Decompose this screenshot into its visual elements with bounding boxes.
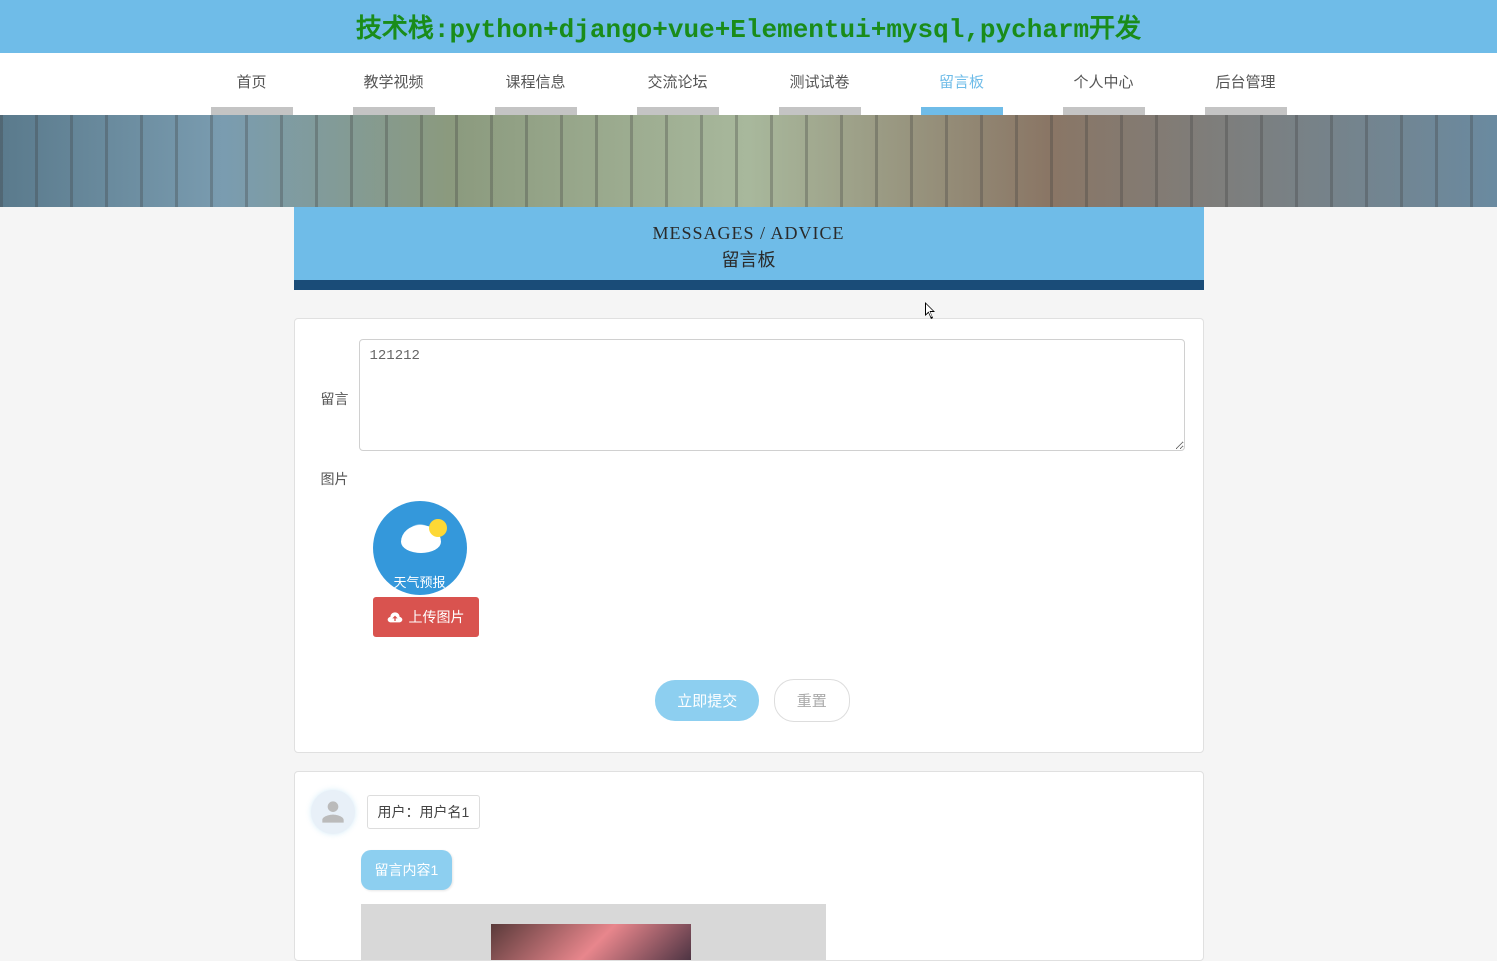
nav-underline [921,107,1003,115]
nav-item-label: 个人中心 [1073,74,1133,91]
nav-underline [495,107,577,115]
message-textarea[interactable] [359,339,1185,451]
message-content: 留言内容1 [361,850,453,890]
nav-item-label: 留言板 [939,74,984,91]
nav-item-2[interactable]: 课程信息 [465,53,607,115]
image-row: 图片 [321,463,1185,489]
message-attached-image [361,904,826,960]
upload-image-button[interactable]: 上传图片 [373,597,479,637]
upload-button-label: 上传图片 [409,607,465,627]
image-preview[interactable]: 天气预报 [373,501,467,595]
message-form-card: 留言 图片 天气预报 上传图片 立即提交 重置 [294,318,1204,753]
form-actions: 立即提交 重置 [321,679,1185,722]
nav-item-6[interactable]: 个人中心 [1033,53,1175,115]
user-icon [317,796,349,828]
nav-item-label: 课程信息 [505,74,565,91]
nav-underline [1063,107,1145,115]
avatar [311,790,355,834]
reset-button[interactable]: 重置 [774,679,850,722]
page-title-chinese: 留言板 [294,246,1204,280]
nav-underline [353,107,435,115]
nav-item-0[interactable]: 首页 [181,53,323,115]
nav-item-label: 首页 [236,74,266,91]
top-banner: 技术栈:python+django+vue+Elementui+mysql,py… [0,0,1497,53]
nav-underline [211,107,293,115]
submit-button[interactable]: 立即提交 [655,680,759,721]
hero-image [0,115,1497,207]
image-label: 图片 [321,463,357,489]
nav-underline [637,107,719,115]
message-item-card: 用户：用户名1 留言内容1 [294,771,1204,961]
nav-menu: 首页 教学视频 课程信息 交流论坛 测试试卷 留言板 个人中心 后台管理 [0,53,1497,115]
nav-item-label: 测试试卷 [789,74,849,91]
content-wrapper: MESSAGES / ADVICE 留言板 留言 图片 天气预报 上传图片 立即… [294,207,1204,961]
cloud-upload-icon [387,610,403,624]
nav-item-1[interactable]: 教学视频 [323,53,465,115]
nav-item-3[interactable]: 交流论坛 [607,53,749,115]
message-header: 用户：用户名1 [311,790,1187,834]
nav-underline [1205,107,1287,115]
nav-item-label: 交流论坛 [647,74,707,91]
image-preview-text: 天气预报 [373,572,467,591]
message-row: 留言 [321,339,1185,451]
page-title-block: MESSAGES / ADVICE 留言板 [294,207,1204,290]
user-tag: 用户：用户名1 [367,795,481,829]
nav-container: 首页 教学视频 课程信息 交流论坛 测试试卷 留言板 个人中心 后台管理 [0,53,1497,115]
nav-item-4[interactable]: 测试试卷 [749,53,891,115]
nav-item-5[interactable]: 留言板 [891,53,1033,115]
nav-item-label: 后台管理 [1215,74,1275,91]
page-title-english: MESSAGES / ADVICE [294,223,1204,244]
nav-item-7[interactable]: 后台管理 [1175,53,1317,115]
banner-text: 技术栈:python+django+vue+Elementui+mysql,py… [356,15,1141,45]
nav-underline [779,107,861,115]
message-label: 留言 [321,339,357,409]
nav-item-label: 教学视频 [363,74,423,91]
